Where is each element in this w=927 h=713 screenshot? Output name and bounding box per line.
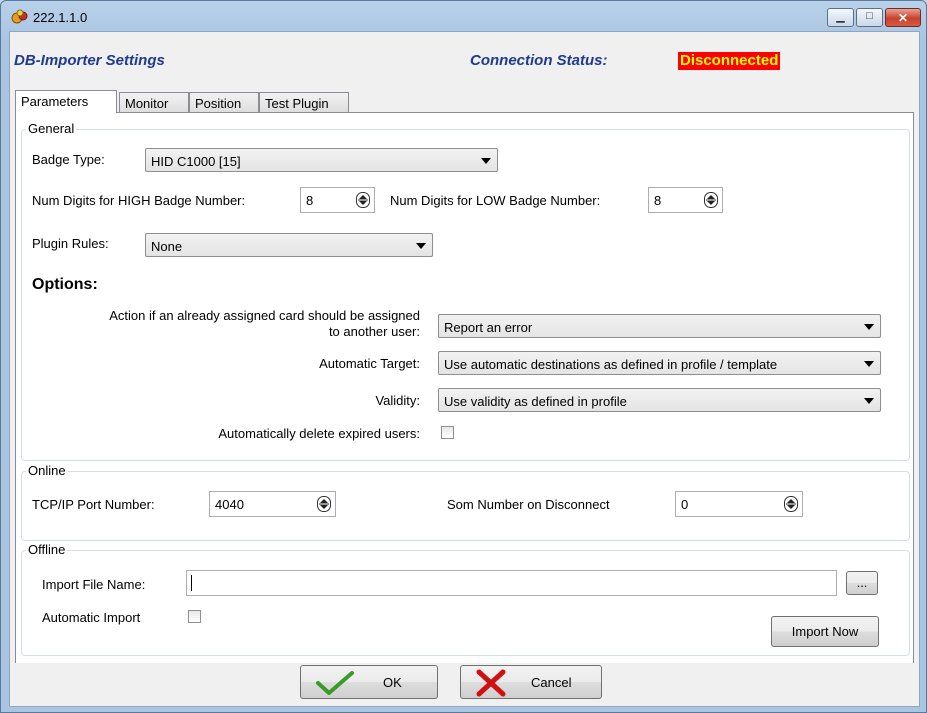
low-digits-stepper[interactable]: 8 <box>648 187 723 213</box>
browse-button[interactable]: ... <box>846 571 878 595</box>
validity-label: Validity: <box>375 393 420 408</box>
chevron-down-icon <box>864 398 874 404</box>
assigned-card-action-value: Report an error <box>444 320 533 335</box>
online-group: Online TCP/IP Port Number: 4040 Som Numb… <box>21 463 910 541</box>
validity-dropdown[interactable]: Use validity as defined in profile <box>438 388 881 412</box>
chevron-down-icon <box>864 324 874 330</box>
cancel-button[interactable]: Cancel <box>460 665 602 699</box>
chevron-down-icon <box>481 158 491 164</box>
tab-position[interactable]: Position <box>189 92 259 112</box>
som-number-label: Som Number on Disconnect <box>447 497 610 512</box>
plugin-rules-label: Plugin Rules: <box>32 236 109 251</box>
close-button[interactable]: ✕ <box>885 8 921 27</box>
low-digits-value: 8 <box>654 193 662 208</box>
high-digits-value: 8 <box>306 193 314 208</box>
options-heading: Options: <box>32 276 98 293</box>
title-bar[interactable]: 222.1.1.0 ▁ □ ✕ <box>1 1 926 31</box>
tab-parameters[interactable]: Parameters <box>15 90 117 113</box>
spinner-arrows-icon[interactable] <box>317 496 331 512</box>
badge-type-dropdown[interactable]: HID C1000 [15] <box>145 148 498 172</box>
general-group-title: General <box>26 121 77 136</box>
online-group-title: Online <box>26 463 68 478</box>
connection-status-badge: Disconnected <box>678 52 781 70</box>
offline-group: Offline Import File Name: ... Automatic … <box>21 542 910 656</box>
connection-status-label: Connection Status: <box>470 52 608 69</box>
chevron-down-icon <box>416 243 426 249</box>
tab-label: Monitor <box>125 96 169 111</box>
automatic-target-dropdown[interactable]: Use automatic destinations as defined in… <box>438 351 881 375</box>
close-icon: ✕ <box>897 11 909 25</box>
auto-import-label: Automatic Import <box>42 610 141 625</box>
spinner-arrows-icon[interactable] <box>356 192 370 208</box>
badge-type-value: HID C1000 [15] <box>151 154 241 169</box>
validity-value: Use validity as defined in profile <box>444 394 627 409</box>
app-logo-icon <box>11 9 29 25</box>
tab-monitor[interactable]: Monitor <box>119 92 189 112</box>
auto-delete-checkbox[interactable] <box>441 426 454 439</box>
red-x-icon <box>475 669 507 700</box>
automatic-target-value: Use automatic destinations as defined in… <box>444 357 778 372</box>
automatic-target-label: Automatic Target: <box>319 356 420 371</box>
tab-test-plugin[interactable]: Test Plugin <box>259 92 349 112</box>
parameters-panel: General Badge Type: HID C1000 [15] Num D… <box>15 112 914 664</box>
checkmark-icon <box>315 671 355 698</box>
som-number-stepper[interactable]: 0 <box>675 491 803 517</box>
tcp-port-label: TCP/IP Port Number: <box>32 497 155 512</box>
tab-label: Parameters <box>21 94 89 109</box>
tcp-port-value: 4040 <box>215 497 244 512</box>
spinner-arrows-icon[interactable] <box>704 192 718 208</box>
tab-label: Position <box>195 96 242 111</box>
dialog-client-area: DB-Importer Settings Connection Status: … <box>9 31 920 707</box>
ok-label: OK <box>383 675 402 690</box>
low-digits-label: Num Digits for LOW Badge Number: <box>390 193 601 208</box>
action-label-line2: to another user: <box>328 324 420 339</box>
high-digits-label: Num Digits for HIGH Badge Number: <box>32 193 246 208</box>
browse-label: ... <box>856 575 868 590</box>
maximize-button[interactable]: □ <box>856 8 883 27</box>
window-title: 222.1.1.0 <box>33 10 88 25</box>
import-file-label: Import File Name: <box>42 577 146 592</box>
dialog-button-bar: OK Cancel <box>10 663 919 706</box>
maximize-icon: □ <box>866 10 873 22</box>
import-now-label: Import Now <box>791 624 859 639</box>
tcp-port-stepper[interactable]: 4040 <box>209 491 336 517</box>
chevron-down-icon <box>864 361 874 367</box>
import-file-input[interactable] <box>186 570 837 596</box>
assigned-card-action-dropdown[interactable]: Report an error <box>438 314 881 338</box>
offline-group-title: Offline <box>26 542 68 557</box>
auto-delete-label: Automatically delete expired users: <box>218 426 420 441</box>
som-number-value: 0 <box>681 497 689 512</box>
auto-import-checkbox[interactable] <box>188 610 201 623</box>
high-digits-stepper[interactable]: 8 <box>300 187 375 213</box>
minimize-button[interactable]: ▁ <box>827 8 854 27</box>
cancel-label: Cancel <box>531 675 572 690</box>
minimize-icon: ▁ <box>836 11 845 23</box>
plugin-rules-value: None <box>151 239 183 254</box>
action-label-line1: Action if an already assigned card shoul… <box>109 308 420 323</box>
general-group: General Badge Type: HID C1000 [15] Num D… <box>21 121 910 461</box>
tab-label: Test Plugin <box>265 96 329 111</box>
spinner-arrows-icon[interactable] <box>784 496 798 512</box>
text-caret <box>191 575 192 591</box>
badge-type-label: Badge Type: <box>32 152 105 167</box>
app-settings-title: DB-Importer Settings <box>14 52 165 69</box>
plugin-rules-dropdown[interactable]: None <box>145 233 433 257</box>
import-now-button[interactable]: Import Now <box>771 616 879 647</box>
app-window: 222.1.1.0 ▁ □ ✕ DB-Importer Settings Con… <box>0 0 927 713</box>
ok-button[interactable]: OK <box>300 665 438 699</box>
